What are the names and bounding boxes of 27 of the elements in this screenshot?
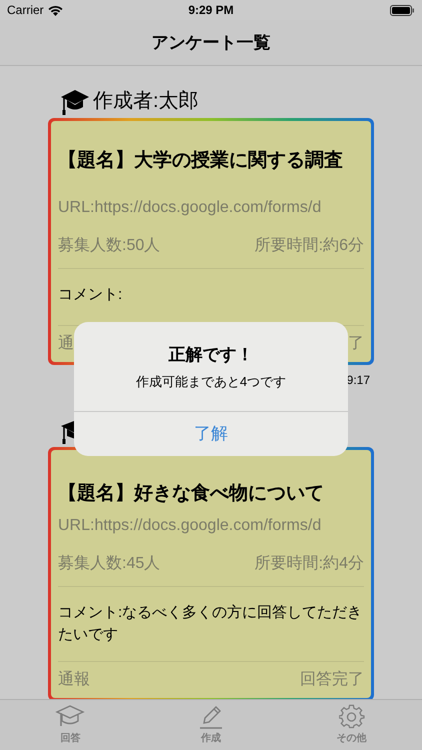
status-time: 9:29 PM [188, 2, 234, 19]
duration-label: 所要時間:約6分 [254, 236, 364, 256]
answered-label: 了 [348, 334, 364, 354]
survey-card[interactable]: 【題名】好きな食べ物について URL:https://docs.google.com/forms/d 募集人数:45人 所要時間:約4分 コメント:なるべく多くの方に回答してただきたいです 通報 回答完了 [51, 450, 371, 698]
report-link[interactable]: 通報 [58, 668, 90, 692]
alert-message: 作成可能まであと4つです [136, 372, 286, 390]
recruit-count: 募集人数:45人 [58, 554, 160, 574]
tab-item[interactable]: 回答 [0, 704, 141, 746]
pencil-icon [198, 704, 223, 730]
duration-label: 所要時間:約4分 [254, 554, 364, 574]
report-link[interactable]: 通 [58, 332, 74, 356]
battery-icon [390, 4, 415, 16]
comment-text: コメント:なるべく多くの方に回答してただきたいです [58, 603, 364, 645]
comment-text: コメント: [58, 284, 124, 304]
author-label: 作成者:太郎 [93, 89, 199, 114]
url-link[interactable]: URL:https://docs.google.com/forms/d [58, 196, 364, 220]
tab-item[interactable]: その他 [281, 704, 422, 746]
survey-title: 【題名】好きな食べ物について [58, 482, 325, 506]
carrier-label: Carrier [7, 2, 44, 19]
settings-icon [338, 704, 365, 730]
url-link[interactable]: URL:https://docs.google.com/forms/d [58, 514, 364, 538]
survey-title: 【題名】大学の授業に関する調査 [58, 148, 344, 173]
wifi-icon [48, 4, 63, 16]
recruit-count: 募集人数:50人 [58, 236, 160, 256]
answered-label: 回答完了 [300, 670, 364, 690]
tab-item[interactable]: 作成 [140, 704, 282, 746]
nav-title: アンケート一覧 [152, 32, 270, 54]
